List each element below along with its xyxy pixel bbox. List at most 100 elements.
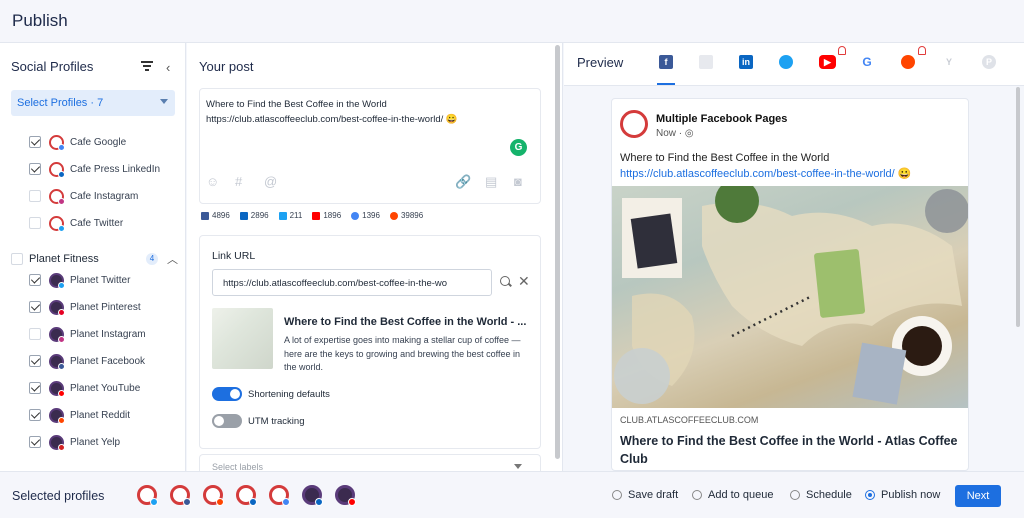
select-profiles-dropdown[interactable]: Select Profiles · 7 [11, 90, 175, 116]
active-tab-indicator [657, 83, 675, 85]
google-icon [58, 143, 65, 151]
profile-checkbox[interactable] [29, 301, 41, 313]
your-post-panel: Your post Where to Find the Best Coffee … [187, 43, 563, 472]
camera-icon[interactable]: ◙ [514, 174, 522, 189]
filter-icon[interactable] [141, 61, 153, 71]
selected-profile-avatar[interactable] [203, 485, 224, 506]
twitter-icon [58, 281, 65, 289]
preview-scrollbar[interactable] [1016, 87, 1020, 327]
profile-checkbox[interactable] [29, 355, 41, 367]
selected-profile-avatar[interactable] [137, 485, 158, 506]
post-line-2: https://club.atlascoffeeclub.com/best-co… [206, 114, 458, 125]
emoji-icon[interactable]: ☺ [206, 174, 219, 189]
social-profiles-title: Social Profiles [11, 59, 94, 74]
profile-label: Planet Twitter [70, 274, 131, 286]
linkedin-tab-icon[interactable]: in [739, 55, 753, 69]
linkedin-icon [315, 498, 323, 506]
profile-row[interactable]: Planet YouTube [29, 379, 140, 397]
profile-label: Planet Facebook [70, 355, 146, 367]
link-url-input[interactable]: https://club.atlascoffeeclub.com/best-co… [212, 269, 492, 296]
profile-checkbox[interactable] [29, 163, 41, 175]
profile-label: Cafe Press LinkedIn [70, 163, 161, 175]
publish-now-radio[interactable]: Publish now [865, 489, 940, 501]
profile-checkbox[interactable] [29, 217, 41, 229]
radio-circle [790, 490, 800, 500]
selected-profile-avatar[interactable] [335, 485, 356, 506]
mention-icon[interactable]: @ [264, 174, 277, 189]
preview-panel: Preview f in ▶ G Y P Multiple Facebook P… [564, 43, 1024, 471]
google-tab-icon[interactable]: G [860, 55, 874, 69]
profile-label: Cafe Twitter [70, 217, 124, 229]
profile-row[interactable]: Planet Twitter [29, 271, 130, 289]
group-checkbox[interactable] [11, 253, 23, 265]
select-labels-dropdown[interactable]: Select labels [199, 454, 541, 472]
post-scrollbar[interactable] [555, 45, 560, 459]
twitter-tab-icon[interactable] [779, 55, 793, 69]
stat-twitter: 211 [278, 211, 302, 220]
profile-checkbox[interactable] [29, 136, 41, 148]
shortening-toggle[interactable] [212, 387, 242, 401]
profile-checkbox[interactable] [29, 382, 41, 394]
profile-row[interactable]: Planet Facebook [29, 352, 145, 370]
profile-avatar [49, 326, 65, 343]
profile-row[interactable]: Planet Reddit [29, 406, 130, 424]
reddit-icon [216, 498, 224, 506]
radio-circle [612, 490, 622, 500]
preview-headline: Where to Find the Best Coffee in the Wor… [620, 434, 958, 466]
profile-row[interactable]: Cafe Press LinkedIn [29, 160, 160, 178]
preview-image [612, 179, 968, 408]
reddit-tab-icon[interactable] [901, 55, 915, 69]
radio-circle [692, 490, 702, 500]
collapse-chevron-icon[interactable]: ‹ [166, 60, 170, 75]
profile-row[interactable]: Cafe Instagram [29, 187, 138, 205]
profile-checkbox[interactable] [29, 409, 41, 421]
schedule-radio[interactable]: Schedule [790, 489, 852, 501]
post-editor[interactable]: Where to Find the Best Coffee in the Wor… [199, 88, 541, 204]
profile-label: Planet Yelp [70, 436, 121, 448]
preview-tabs: Preview f in ▶ G Y P [564, 43, 1024, 86]
pinterest-tab-icon[interactable]: P [982, 55, 996, 69]
link-preview-thumbnail [212, 308, 273, 369]
profile-checkbox[interactable] [29, 328, 41, 340]
youtube-tab-icon[interactable]: ▶ [819, 55, 836, 69]
close-icon[interactable]: ✕ [518, 273, 530, 290]
search-icon[interactable] [500, 276, 510, 286]
profile-row[interactable]: Planet Pinterest [29, 298, 141, 316]
selected-profile-avatar[interactable] [302, 485, 323, 506]
add-to-queue-radio[interactable]: Add to queue [692, 489, 773, 501]
grammarly-icon[interactable]: G [510, 139, 527, 156]
profile-row[interactable]: Planet Yelp [29, 433, 120, 451]
preview-link[interactable]: https://club.atlascoffeeclub.com/best-co… [620, 166, 911, 182]
profile-checkbox[interactable] [29, 436, 41, 448]
link-icon[interactable]: 🔗 [455, 174, 471, 190]
media-library-icon[interactable]: ▤ [485, 174, 497, 190]
selected-profile-avatar[interactable] [269, 485, 290, 506]
selected-profile-avatar[interactable] [236, 485, 257, 506]
selected-profile-avatar[interactable] [170, 485, 191, 506]
utm-label: UTM tracking [248, 416, 305, 427]
post-text[interactable]: Where to Find the Best Coffee in the Wor… [206, 97, 458, 127]
link-preview-title: Where to Find the Best Coffee in the Wor… [284, 316, 527, 328]
hashtag-icon[interactable]: # [235, 174, 242, 189]
save-draft-radio[interactable]: Save draft [612, 489, 678, 501]
facebook-tab-icon[interactable]: f [659, 55, 673, 69]
profile-avatar [49, 215, 65, 232]
linkedin-icon [58, 170, 65, 178]
chevron-down-icon [160, 99, 168, 104]
profile-checkbox[interactable] [29, 274, 41, 286]
profile-group-planet-fitness[interactable]: Planet Fitness 4 ︿ [11, 250, 178, 268]
instagram-tab-icon[interactable] [699, 55, 713, 69]
profile-row[interactable]: Cafe Twitter [29, 214, 123, 232]
group-count-badge: 4 [146, 253, 158, 265]
profile-row[interactable]: Planet Instagram [29, 325, 146, 343]
profile-row[interactable]: Cafe Google [29, 133, 126, 151]
chevron-up-icon[interactable]: ︿ [167, 251, 178, 267]
group-label: Planet Fitness [29, 253, 99, 265]
yelp-tab-icon[interactable]: Y [942, 55, 956, 69]
next-button[interactable]: Next [955, 485, 1001, 507]
profile-checkbox[interactable] [29, 190, 41, 202]
utm-toggle[interactable] [212, 414, 242, 428]
profile-label: Planet YouTube [70, 382, 141, 394]
reddit-icon [58, 416, 65, 424]
yelp-icon [58, 443, 65, 451]
